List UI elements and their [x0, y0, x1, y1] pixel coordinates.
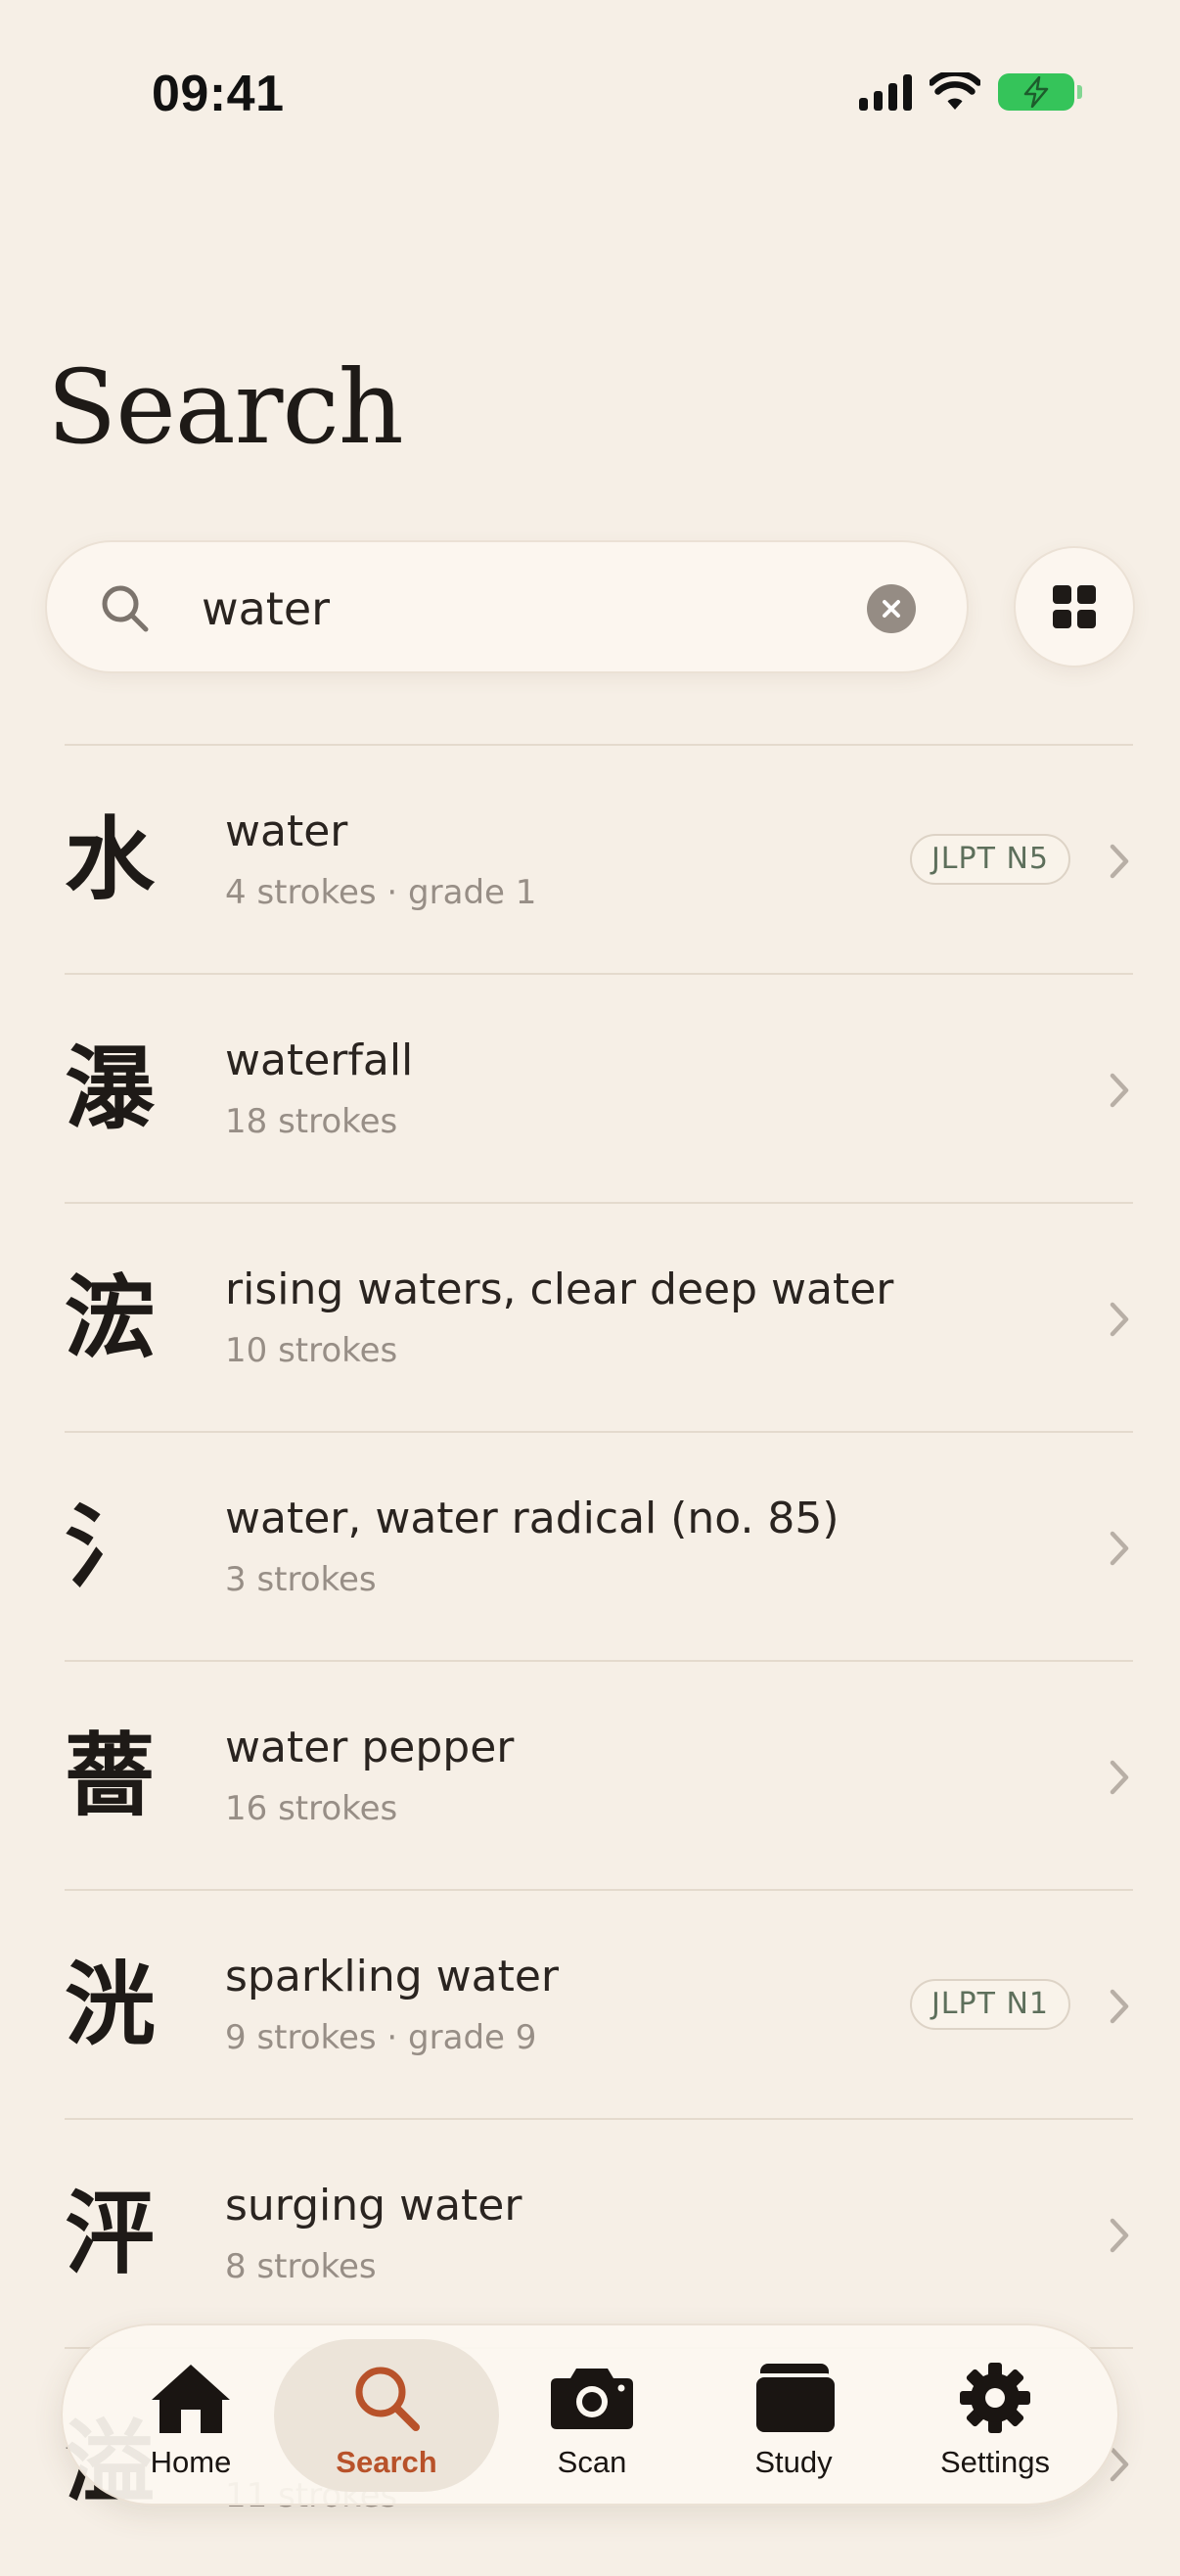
- result-detail: 18 strokes: [225, 1102, 398, 1141]
- search-field[interactable]: [45, 540, 969, 673]
- result-detail: 10 strokes: [225, 1331, 398, 1370]
- result-meaning: water, water radical (no. 85): [225, 1494, 840, 1543]
- results-list: 水 water 4 strokes · grade 1 JLPT N5 瀑 wa…: [65, 744, 1133, 2576]
- result-row[interactable]: 薔 water pepper 16 strokes: [65, 1660, 1133, 1889]
- tab-bar: Home Search Scan Study Settings: [61, 2323, 1119, 2506]
- result-row[interactable]: 泙 surging water 8 strokes: [65, 2118, 1133, 2347]
- status-icons: [859, 72, 1082, 112]
- home-icon: [146, 2361, 236, 2435]
- tab-label: Settings: [939, 2445, 1050, 2479]
- chevron-right-icon: [1110, 1531, 1129, 1566]
- clear-search-button[interactable]: [867, 584, 916, 633]
- result-row[interactable]: 氵 water, water radical (no. 85) 3 stroke…: [65, 1431, 1133, 1660]
- result-meaning: rising waters, clear deep water: [225, 1265, 894, 1314]
- result-kanji: 水: [65, 807, 156, 912]
- result-detail: 3 strokes: [225, 1560, 377, 1599]
- chevron-right-icon: [1110, 1989, 1129, 2024]
- result-meaning: waterfall: [225, 1035, 414, 1085]
- result-detail: 16 strokes: [225, 1789, 398, 1828]
- page-title: Search: [47, 347, 404, 467]
- result-meaning: sparkling water: [225, 1952, 559, 2001]
- cards-icon: [749, 2361, 839, 2435]
- chevron-right-icon: [1110, 1302, 1129, 1337]
- search-input[interactable]: [202, 572, 847, 646]
- search-icon: [102, 585, 149, 632]
- result-detail: 9 strokes · grade 9: [225, 2018, 537, 2057]
- result-row[interactable]: 洸 sparkling water 9 strokes · grade 9 JL…: [65, 1889, 1133, 2118]
- result-row[interactable]: 浤 rising waters, clear deep water 10 str…: [65, 1202, 1133, 1431]
- result-meaning: water: [225, 806, 348, 856]
- tab-label: Search: [336, 2445, 437, 2479]
- result-detail: 4 strokes · grade 1: [225, 873, 537, 912]
- tab-label: Study: [754, 2445, 833, 2479]
- tab-settings[interactable]: Settings: [883, 2339, 1108, 2492]
- camera-icon: [547, 2361, 637, 2435]
- tab-scan[interactable]: Scan: [479, 2339, 704, 2492]
- result-row[interactable]: 水 water 4 strokes · grade 1 JLPT N5: [65, 744, 1133, 973]
- chevron-right-icon: [1110, 844, 1129, 879]
- tab-home[interactable]: Home: [78, 2339, 303, 2492]
- gear-icon: [950, 2361, 1040, 2435]
- result-kanji: 洸: [65, 1953, 156, 2057]
- tab-search[interactable]: Search: [274, 2339, 499, 2492]
- tab-label: Scan: [557, 2445, 627, 2479]
- result-kanji: 泙: [65, 2182, 156, 2286]
- tab-study[interactable]: Study: [681, 2339, 906, 2492]
- result-kanji: 浤: [65, 1265, 156, 1370]
- result-row[interactable]: 瀑 waterfall 18 strokes: [65, 973, 1133, 1202]
- status-time: 09:41: [152, 66, 285, 122]
- cellular-signal-icon: [859, 73, 912, 111]
- jlpt-badge: JLPT N1: [909, 1979, 1070, 2030]
- result-kanji: 氵: [65, 1495, 156, 1599]
- result-meaning: surging water: [225, 2181, 522, 2231]
- tab-label: Home: [150, 2445, 232, 2479]
- wifi-icon: [930, 72, 980, 110]
- search-icon: [341, 2361, 431, 2435]
- battery-charging-icon: [998, 73, 1082, 111]
- chevron-right-icon: [1110, 1760, 1129, 1795]
- chevron-right-icon: [1110, 2218, 1129, 2253]
- result-meaning: water pepper: [225, 1723, 515, 1772]
- result-kanji: 瀑: [65, 1036, 156, 1141]
- grid-icon: [1053, 585, 1096, 628]
- close-icon: [883, 600, 900, 618]
- result-detail: 8 strokes: [225, 2247, 377, 2286]
- grid-view-button[interactable]: [1014, 546, 1135, 667]
- jlpt-badge: JLPT N5: [909, 834, 1070, 885]
- status-bar: 09:41: [0, 0, 1180, 186]
- chevron-right-icon: [1110, 1073, 1129, 1108]
- result-kanji: 薔: [65, 1724, 156, 1828]
